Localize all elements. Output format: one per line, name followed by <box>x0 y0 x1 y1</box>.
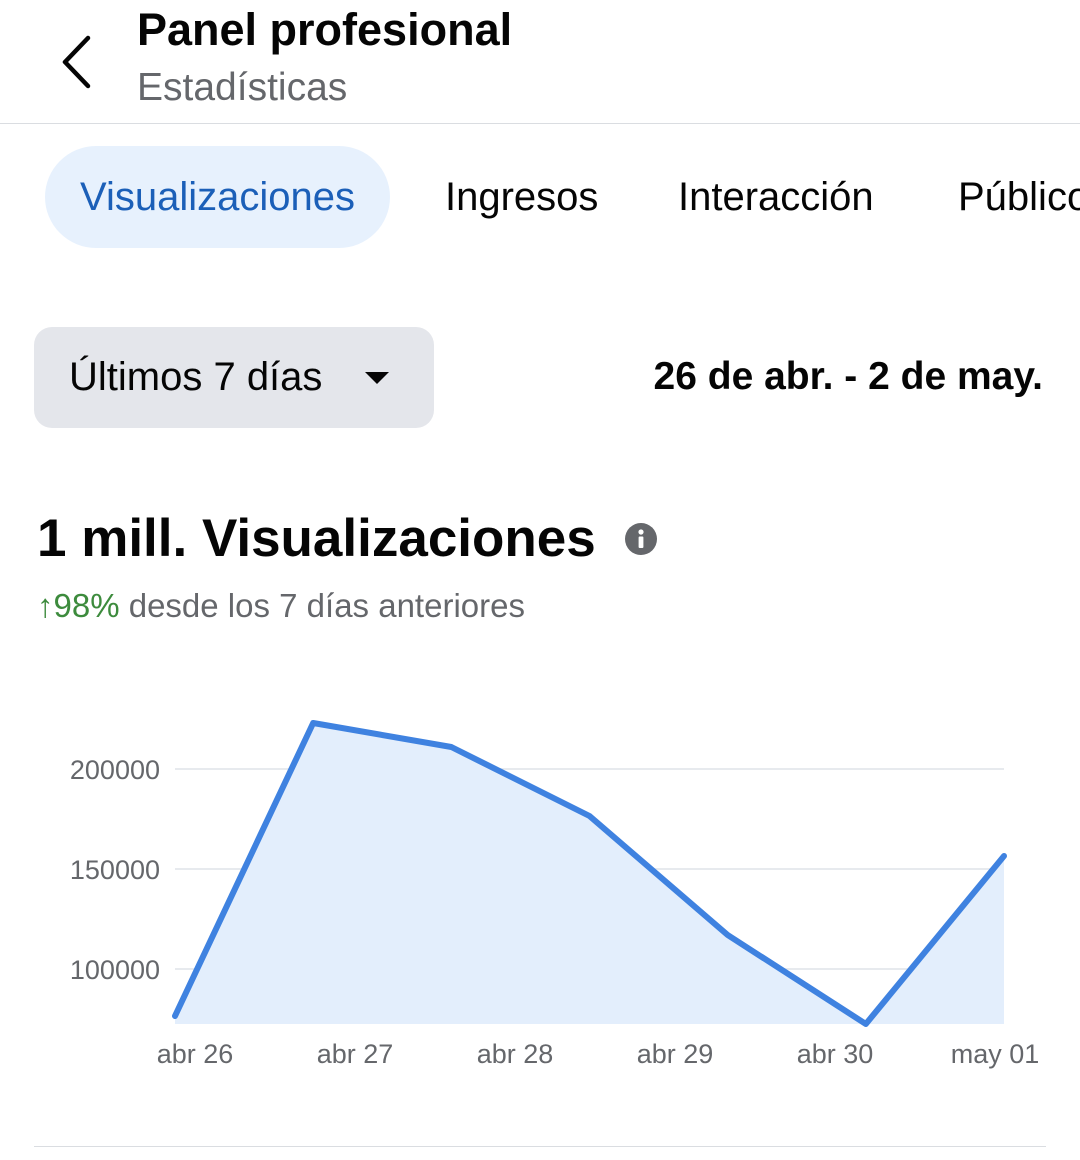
chevron-left-icon <box>62 35 91 89</box>
y-tick-label: 100000 <box>70 955 160 985</box>
tab-publico[interactable]: Público <box>958 146 1080 248</box>
info-icon[interactable] <box>624 522 658 556</box>
y-tick-label: 200000 <box>70 755 160 785</box>
caret-down-icon <box>365 372 389 384</box>
metric-headline: 1 mill. Visualizaciones <box>37 509 596 568</box>
page-title: Panel profesional <box>137 4 513 55</box>
back-button[interactable] <box>52 30 108 94</box>
tab-ingresos[interactable]: Ingresos <box>445 146 598 248</box>
change-percent: 98% <box>53 587 120 624</box>
x-tick-label: abr 30 <box>797 1039 874 1069</box>
tab-visualizaciones[interactable]: Visualizaciones <box>45 146 390 248</box>
x-tick-label: abr 28 <box>477 1039 554 1069</box>
y-tick-label: 150000 <box>70 855 160 885</box>
period-dropdown[interactable]: Últimos 7 días <box>34 327 434 428</box>
area-fill <box>175 723 1004 1024</box>
x-tick-label: may 01 <box>951 1039 1040 1069</box>
x-tick-label: abr 29 <box>637 1039 714 1069</box>
page-subtitle: Estadísticas <box>137 66 348 109</box>
trend-up-icon: ↑ <box>37 587 54 624</box>
period-dropdown-label: Últimos 7 días <box>69 355 323 399</box>
change-line: ↑98% desde los 7 días anteriores <box>37 584 525 628</box>
date-range: 26 de abr. - 2 de may. <box>653 355 1043 398</box>
tab-bar: Visualizaciones Ingresos Interacción Púb… <box>0 146 1080 248</box>
change-description: desde los 7 días anteriores <box>119 587 525 624</box>
divider <box>34 1146 1046 1147</box>
app-header: Panel profesional Estadísticas <box>0 0 1080 124</box>
tab-interaccion[interactable]: Interacción <box>678 146 874 248</box>
views-chart: 100000 150000 200000 abr 26 abr 27 abr 28 abr … <box>70 720 1040 1069</box>
x-tick-label: abr 26 <box>157 1039 234 1069</box>
x-tick-label: abr 27 <box>317 1039 394 1069</box>
